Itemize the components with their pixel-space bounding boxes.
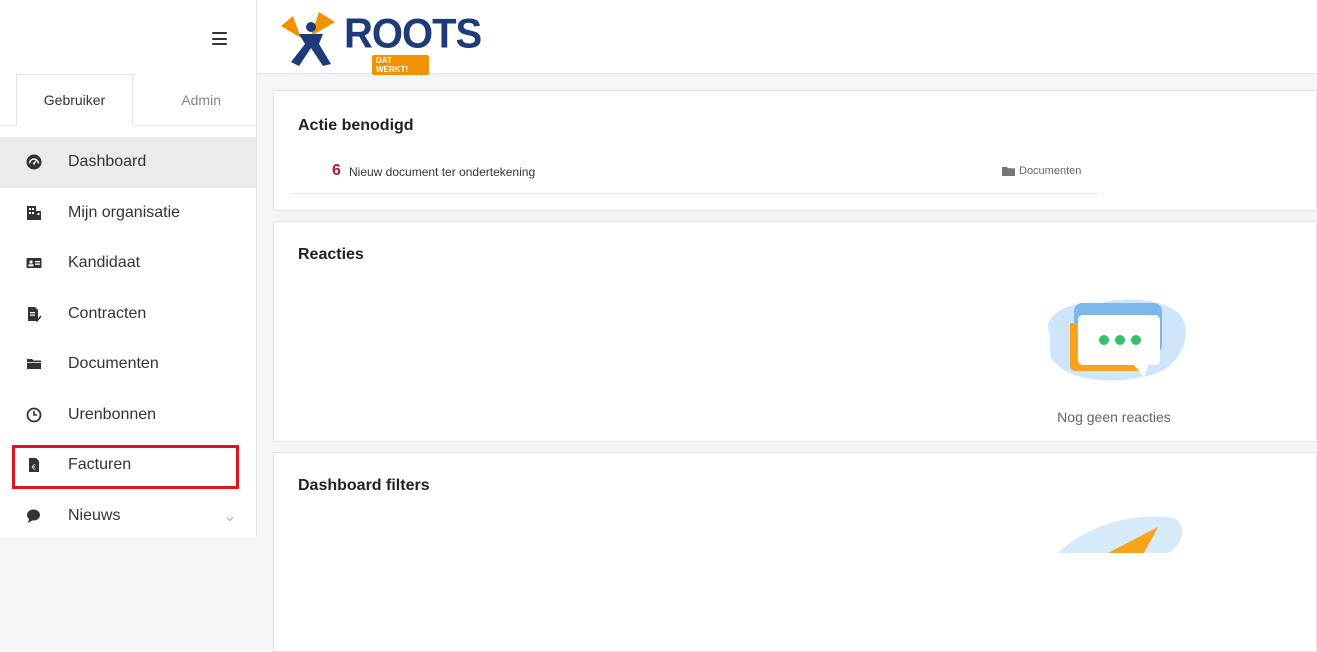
sidebar-item-mijn-organisatie[interactable]: Mijn organisatie — [0, 188, 256, 239]
link-label: Documenten — [1019, 165, 1082, 177]
clock-icon — [26, 407, 42, 423]
sidebar-item-facturen[interactable]: € Facturen — [0, 440, 256, 491]
sidebar-item-dashboard[interactable]: Dashboard — [0, 137, 256, 188]
folder-icon — [26, 356, 42, 372]
card-reacties: Reacties Nog geen reacties — [273, 221, 1317, 442]
logo-tagline: DAT WERKT! — [372, 55, 429, 75]
sidebar-item-label: Kandidaat — [68, 254, 141, 272]
sidebar-item-urenbonnen[interactable]: Urenbonnen — [0, 390, 256, 441]
card-dashboard-filters: Dashboard filters — [273, 452, 1317, 652]
sidebar-item-label: Urenbonnen — [68, 405, 157, 423]
menu-toggle-icon[interactable] — [212, 32, 227, 45]
card-title: Actie benodigd — [298, 117, 414, 134]
id-card-icon — [26, 255, 42, 271]
sidebar-tabs: Gebruiker Admin — [0, 74, 256, 126]
sidebar-top — [0, 0, 256, 74]
folder-icon — [1002, 166, 1015, 176]
sidebar: Gebruiker Admin Dashboard Mijn organisat… — [0, 0, 257, 537]
logo[interactable]: ROOTS DAT WERKT! — [279, 8, 482, 75]
invoice-icon: € — [26, 457, 42, 473]
sidebar-menu: Dashboard Mijn organisatie Kandidaat Con… — [0, 137, 256, 541]
paper-plane-icon — [1058, 516, 1183, 553]
sidebar-item-label: Facturen — [68, 456, 132, 474]
svg-text:€: € — [32, 464, 36, 472]
top-header: ROOTS DAT WERKT! — [257, 0, 1317, 75]
sidebar-item-contracten[interactable]: Contracten — [0, 289, 256, 340]
chat-bubble-icon — [1048, 299, 1186, 381]
action-text[interactable]: Nieuw document ter ondertekening — [349, 165, 535, 179]
building-icon — [26, 205, 42, 221]
tab-admin[interactable]: Admin — [133, 74, 241, 126]
sidebar-item-label: Nieuws — [68, 506, 121, 524]
logo-text: ROOTS — [344, 10, 482, 58]
sidebar-item-label: Contracten — [68, 304, 147, 322]
news-icon — [26, 508, 42, 524]
logo-figure-icon — [281, 12, 335, 66]
sidebar-item-label: Documenten — [68, 355, 159, 373]
chevron-down-icon[interactable] — [226, 510, 234, 521]
sidebar-item-documenten[interactable]: Documenten — [0, 339, 256, 390]
sidebar-item-nieuws[interactable]: Nieuws — [0, 491, 256, 542]
tab-gebruiker[interactable]: Gebruiker — [16, 74, 133, 126]
contract-icon — [26, 306, 42, 322]
empty-state-text: Nog geen reacties — [1057, 409, 1171, 425]
card-title: Reacties — [298, 246, 364, 263]
list-item[interactable]: 6 Nieuw document ter ondertekening Docum… — [290, 157, 1098, 194]
card-title: Dashboard filters — [298, 477, 430, 494]
documenten-link[interactable]: Documenten — [1002, 165, 1081, 177]
dashboard-icon — [26, 154, 42, 170]
action-count: 6 — [332, 162, 341, 179]
card-actie-benodigd: Actie benodigd 6 Nieuw document ter onde… — [273, 90, 1317, 211]
sidebar-item-label: Mijn organisatie — [68, 203, 181, 221]
sidebar-item-kandidaat[interactable]: Kandidaat — [0, 238, 256, 289]
sidebar-item-label: Dashboard — [68, 153, 147, 171]
